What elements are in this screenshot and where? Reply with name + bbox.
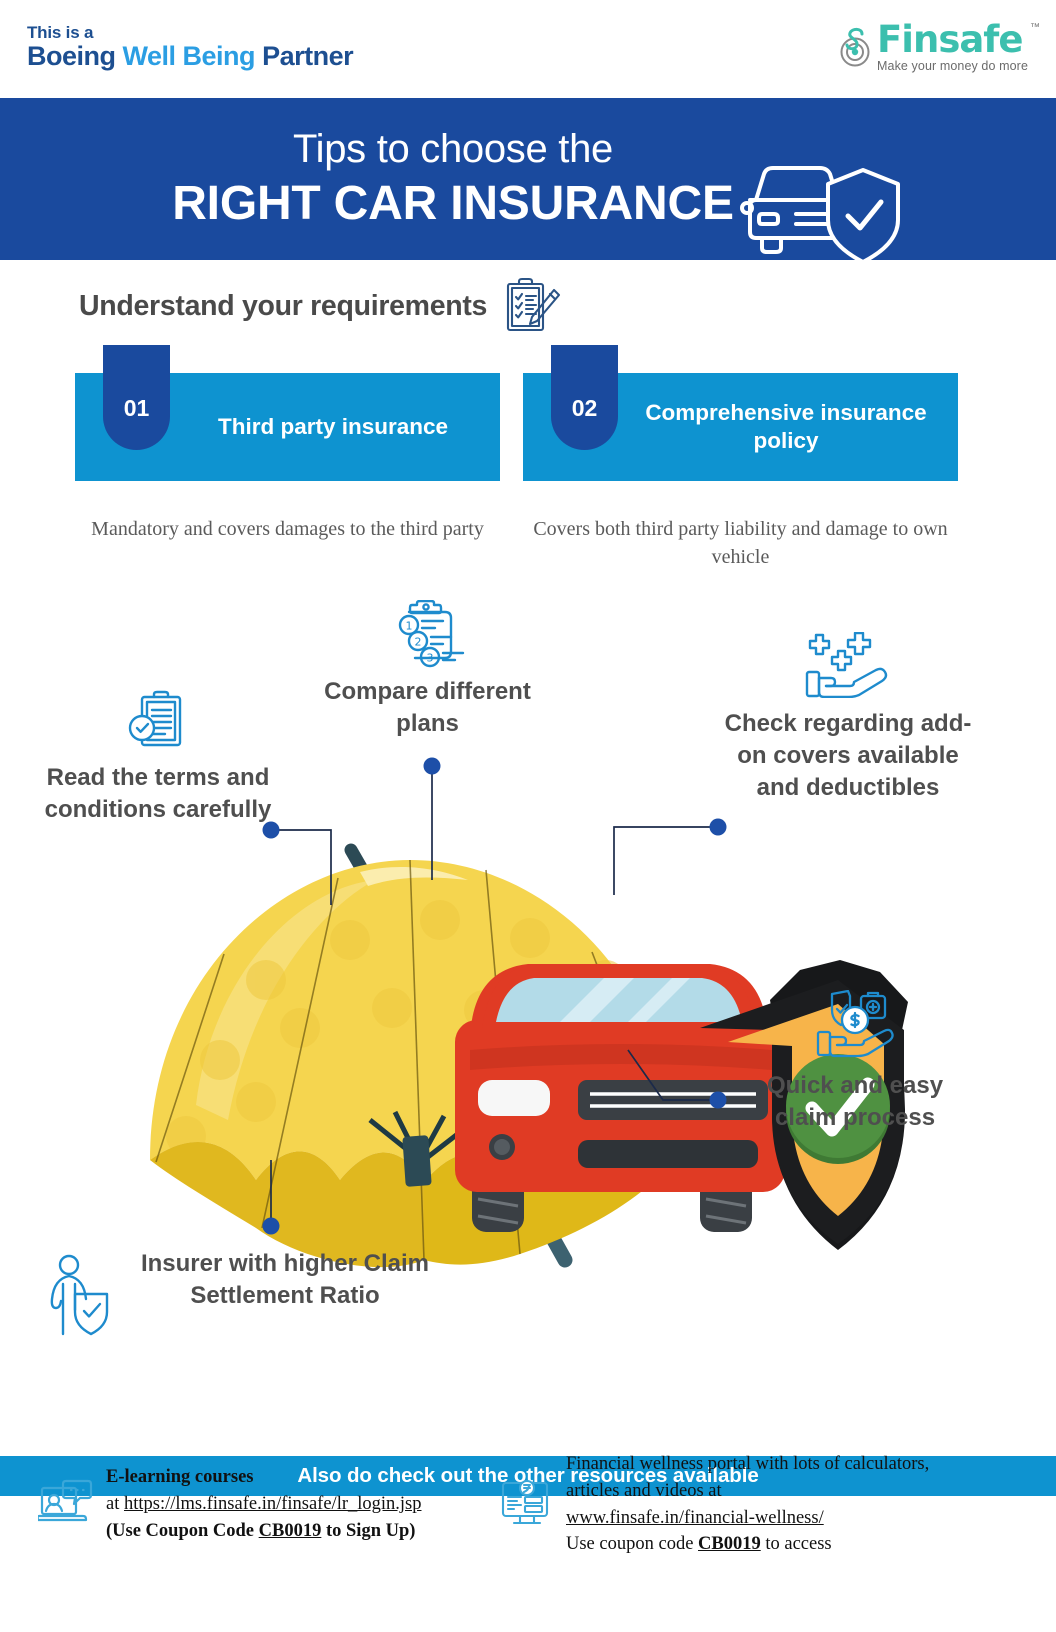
footer-portal-coupon-suffix: to access bbox=[760, 1534, 832, 1555]
svg-text:1: 1 bbox=[405, 620, 412, 633]
footer-portal-block: Financial wellness portal with lots of c… bbox=[500, 1451, 929, 1558]
connector-dot-add-on bbox=[709, 818, 727, 836]
partner-word-partner: Partner bbox=[262, 41, 354, 72]
card-number-badge-2: 02 bbox=[551, 345, 618, 450]
title-banner: Tips to choose the RIGHT CAR INSURANCE bbox=[0, 98, 1056, 264]
connector-dot-settlement-ratio bbox=[262, 1217, 280, 1235]
insurance-type-card-1[interactable]: 01 Third party insurance bbox=[75, 345, 500, 481]
footer-coupon-prefix: (Use Coupon Code bbox=[106, 1520, 259, 1541]
footer-elearning-block: E-learning courses at https://lms.finsaf… bbox=[38, 1464, 422, 1544]
footer-elearning-text: E-learning courses at https://lms.finsaf… bbox=[106, 1464, 422, 1544]
footer-portal-coupon-prefix: Use coupon code bbox=[566, 1534, 699, 1555]
card-label-2: Comprehensive insurance policy bbox=[645, 399, 927, 453]
hand-plus-benefits-icon bbox=[805, 632, 888, 698]
tip-add-on-covers: Check regarding add-on covers available … bbox=[718, 632, 978, 804]
finsafe-logo: Finsafe ™ Make your money do more bbox=[838, 18, 1040, 73]
tip-claim-process: Quick and easy claim process bbox=[735, 990, 975, 1134]
footer-lms-link[interactable]: https://lms.finsafe.in/finsafe/lr_login.… bbox=[124, 1494, 422, 1514]
footer-portal-line1: Financial wellness portal with lots of c… bbox=[566, 1454, 930, 1474]
footer-portal-text: Financial wellness portal with lots of c… bbox=[566, 1451, 929, 1558]
requirements-heading: Understand your requirements bbox=[79, 289, 488, 322]
car-shield-icon bbox=[739, 165, 900, 264]
footer-portal-coupon-line: Use coupon code CB0019 to access bbox=[566, 1531, 929, 1558]
tip-settlement-ratio-label: Insurer with higher Claim Settlement Rat… bbox=[140, 1250, 430, 1309]
tip-compare-plans-label: Compare different plans bbox=[324, 678, 531, 737]
partner-word-boeing: Boeing bbox=[27, 41, 116, 72]
finsafe-wordmark: Finsafe bbox=[877, 18, 1023, 61]
trademark-symbol: ™ bbox=[1030, 22, 1040, 33]
clipboard-pencil-icon bbox=[507, 277, 561, 332]
svg-text:2: 2 bbox=[414, 636, 421, 649]
partner-title-text: Boeing Well Being Partner bbox=[27, 41, 354, 72]
partner-word-wellbeing: Well Being bbox=[122, 41, 256, 72]
card-label-1: Third party insurance bbox=[217, 413, 449, 439]
tip-add-on-covers-label: Check regarding add-on covers available … bbox=[724, 710, 972, 801]
finsafe-spiral-icon bbox=[840, 27, 870, 67]
connector-add-on bbox=[613, 826, 716, 895]
footer-portal-line2: articles and videos at bbox=[566, 1480, 722, 1501]
insurance-type-card-2[interactable]: 02 Comprehensive insurance policy bbox=[523, 345, 958, 481]
clipboard-check-icon bbox=[128, 690, 182, 747]
footer-elearning-link-line: at https://lms.finsafe.in/finsafe/lr_log… bbox=[106, 1491, 422, 1518]
connector-dot-claim-process bbox=[709, 1091, 727, 1109]
footer-coupon-code: CB0019 bbox=[258, 1520, 322, 1541]
tip-compare-plans: 1 2 3 Compare different plans bbox=[290, 600, 565, 740]
top-logo-bar: This is a Boeing Well Being Partner Fins… bbox=[0, 0, 1056, 92]
footer-portal-link[interactable]: www.finsafe.in/financial-wellness/ bbox=[566, 1505, 929, 1532]
title-subtext: Tips to choose the bbox=[293, 126, 613, 171]
tip-read-terms-label: Read the terms and conditions carefully bbox=[44, 764, 272, 823]
footer-coupon-line: (Use Coupon Code CB0019 to Sign Up) bbox=[106, 1518, 422, 1545]
finsafe-tagline: Make your money do more bbox=[877, 58, 1028, 73]
tip-settlement-ratio: Insurer with higher Claim Settlement Rat… bbox=[45, 1248, 445, 1336]
footer-at-prefix: at bbox=[106, 1493, 124, 1514]
hand-money-shield-icon bbox=[816, 990, 894, 1058]
numbered-list-clipboard-icon: 1 2 3 bbox=[398, 600, 464, 668]
person-shield-icon bbox=[50, 1254, 109, 1336]
page-title: RIGHT CAR INSURANCE bbox=[172, 176, 734, 230]
requirements-heading-row: Understand your requirements bbox=[79, 277, 563, 335]
boeing-partner-logo: This is a Boeing Well Being Partner bbox=[27, 23, 354, 72]
footer-portal-coupon-code: CB0019 bbox=[698, 1534, 761, 1555]
footer-coupon-suffix: to Sign Up) bbox=[321, 1520, 416, 1541]
tip-claim-process-label: Quick and easy claim process bbox=[766, 1072, 944, 1131]
card-number-badge-1: 01 bbox=[103, 345, 170, 450]
connector-read-terms bbox=[271, 829, 332, 905]
partner-prefix-text: This is a bbox=[27, 23, 94, 42]
financial-portal-monitor-icon bbox=[501, 1479, 549, 1525]
svg-text:3: 3 bbox=[426, 652, 433, 665]
card-description-1: Mandatory and covers damages to the thir… bbox=[91, 518, 484, 540]
footer-elearning-title: E-learning courses bbox=[106, 1467, 254, 1487]
connector-dot-compare-plans bbox=[423, 757, 441, 775]
connector-claim-process bbox=[627, 1049, 716, 1101]
tip-read-terms: Read the terms and conditions carefully bbox=[38, 690, 278, 826]
elearning-laptop-icon bbox=[38, 1479, 93, 1522]
